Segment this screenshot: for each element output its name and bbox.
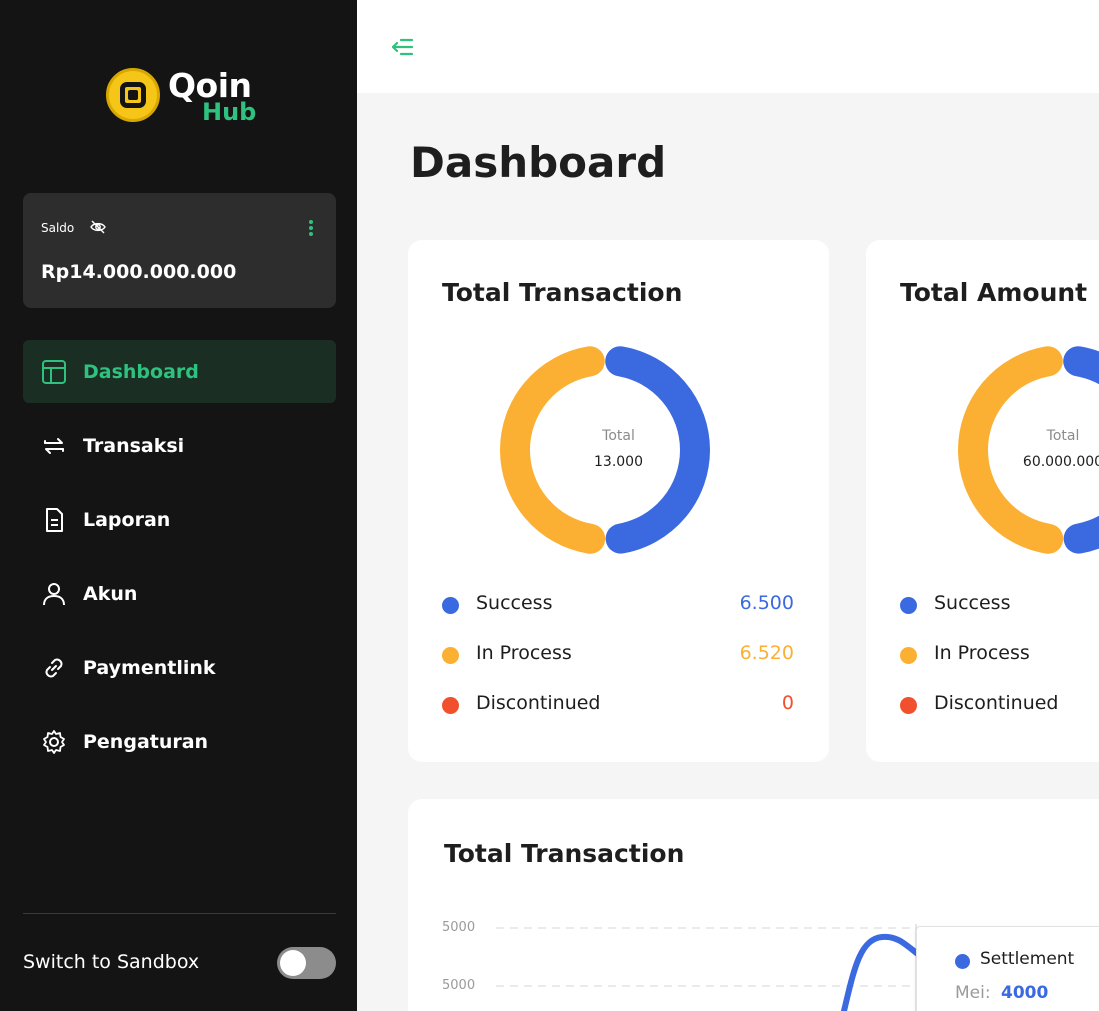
sidebar: Qoin Hub Saldo Rp14.000.000.000 Dashboar… [0, 0, 357, 1011]
tooltip-value: 4000 [1001, 983, 1049, 1003]
sidebar-item-laporan[interactable]: Laporan [23, 488, 336, 551]
legend-dot [900, 597, 917, 614]
brand-subname: Hub [202, 98, 257, 126]
gear-icon [41, 729, 67, 755]
sidebar-item-dashboard[interactable]: Dashboard [23, 340, 336, 403]
legend-item-success: Success 6.500 [442, 592, 794, 618]
sidebar-item-label: Pengaturan [83, 730, 209, 753]
sidebar-item-transaksi[interactable]: Transaksi [23, 414, 336, 477]
legend-dot [442, 697, 459, 714]
sidebar-item-label: Laporan [83, 508, 171, 531]
chart-tooltip: Settlement Mei: 4000 [916, 926, 1099, 1011]
sidebar-item-label: Dashboard [83, 360, 199, 383]
tooltip-label: Mei: [955, 983, 991, 1003]
total-transaction-card: Total Transaction Total 13.000 Success 6… [408, 240, 829, 762]
page-title: Dashboard [410, 138, 667, 187]
eye-off-icon[interactable] [89, 218, 107, 236]
legend-value: 0 [781, 692, 794, 714]
saldo-value: Rp14.000.000.000 [41, 261, 237, 283]
legend-item-discontinued: Discontinued 0 [442, 692, 794, 718]
donut-total-value: 13.000 [594, 454, 643, 470]
sandbox-toggle[interactable] [277, 947, 336, 979]
card-title: Total Amount [900, 278, 1088, 307]
amount-donut-chart [958, 346, 1099, 554]
collapse-menu-icon[interactable] [390, 35, 414, 59]
transaction-donut-chart [500, 346, 710, 554]
card-title: Total Transaction [442, 278, 683, 307]
legend-label: Discontinued [476, 692, 601, 714]
sidebar-divider [23, 913, 336, 914]
top-bar [357, 0, 1099, 93]
legend-item-discontinued: Discontinued [900, 692, 1099, 718]
tooltip-series-name: Settlement [980, 949, 1075, 969]
sidebar-item-pengaturan[interactable]: Pengaturan [23, 710, 336, 773]
legend-dot [900, 697, 917, 714]
legend-dot [442, 647, 459, 664]
user-icon [41, 581, 67, 607]
donut-slice-in-process [958, 346, 1064, 554]
sidebar-item-akun[interactable]: Akun [23, 562, 336, 625]
swap-icon [41, 433, 67, 459]
document-icon [41, 507, 67, 533]
more-vertical-icon[interactable] [308, 219, 314, 237]
layout-icon [41, 359, 67, 385]
legend-label: Discontinued [934, 692, 1059, 714]
legend-label: In Process [476, 642, 572, 664]
legend-value: 6.520 [739, 642, 794, 664]
legend-dot [900, 647, 917, 664]
sidebar-item-label: Transaksi [83, 434, 185, 457]
donut-total-label: Total [1046, 428, 1080, 444]
sidebar-item-label: Paymentlink [83, 656, 216, 679]
legend-label: Success [934, 592, 1011, 614]
legend-label: In Process [934, 642, 1030, 664]
saldo-label: Saldo [41, 221, 75, 235]
qoin-logo-icon [106, 68, 160, 122]
sidebar-item-paymentlink[interactable]: Paymentlink [23, 636, 336, 699]
legend-value: 6.500 [739, 592, 794, 614]
donut-slice-in-process [500, 346, 606, 554]
tooltip-dot [955, 954, 970, 969]
donut-slice-success [605, 346, 710, 554]
sandbox-label: Switch to Sandbox [23, 951, 200, 973]
legend-item-in-process: In Process 6.520 [442, 642, 794, 668]
donut-total-label: Total [602, 428, 635, 444]
qoin-hub-logo[interactable]: Qoin Hub [106, 66, 266, 126]
total-amount-card: Total Amount Total 60.000.000 Success In… [866, 240, 1099, 762]
saldo-card: Saldo Rp14.000.000.000 [23, 193, 336, 308]
legend-item-in-process: In Process [900, 642, 1099, 668]
legend-label: Success [476, 592, 553, 614]
legend-item-success: Success [900, 592, 1099, 618]
donut-total-value: 60.000.000 [1022, 454, 1099, 470]
link-icon [41, 655, 67, 681]
sidebar-nav: Dashboard Transaksi Laporan Akun Payment… [23, 340, 336, 784]
sidebar-item-label: Akun [83, 582, 138, 605]
legend-dot [442, 597, 459, 614]
transaction-line-chart-card: Total Transaction 5000 5000 Settlement M… [408, 799, 1099, 1011]
donut-slice-success [1063, 346, 1099, 554]
